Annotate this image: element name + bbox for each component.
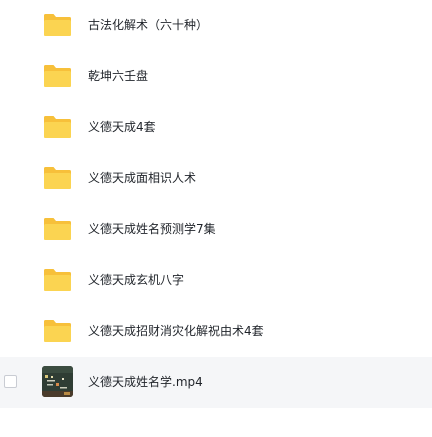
video-thumbnail-icon xyxy=(42,366,73,397)
folder-icon xyxy=(42,60,73,91)
folder-icon xyxy=(42,213,73,244)
file-name[interactable]: 义德天成姓名学.mp4 xyxy=(88,357,203,408)
file-list: 古法化解术（六十种） 乾坤六壬盘 义德天成4套 义德天成面相识人术 义德天成姓名… xyxy=(0,0,432,437)
file-row-4[interactable]: 义德天成姓名预测学7集 xyxy=(0,204,432,255)
file-row-3[interactable]: 义德天成面相识人术 xyxy=(0,153,432,204)
folder-icon xyxy=(42,264,73,295)
file-name[interactable]: 古法化解术（六十种） xyxy=(88,0,208,51)
file-name[interactable]: 义德天成玄机八字 xyxy=(88,255,184,306)
file-name[interactable]: 义德天成招财消灾化解祝由术4套 xyxy=(88,306,264,357)
file-row-6[interactable]: 义德天成招财消灾化解祝由术4套 xyxy=(0,306,432,357)
file-row-1[interactable]: 乾坤六壬盘 xyxy=(0,51,432,102)
file-row-2[interactable]: 义德天成4套 xyxy=(0,102,432,153)
file-name[interactable]: 义德天成姓名预测学7集 xyxy=(88,204,216,255)
file-name[interactable]: 义德天成面相识人术 xyxy=(88,153,196,204)
file-row-7[interactable]: 义德天成姓名学.mp4 xyxy=(0,357,432,408)
file-row-5[interactable]: 义德天成玄机八字 xyxy=(0,255,432,306)
folder-icon xyxy=(42,162,73,193)
file-row-0[interactable]: 古法化解术（六十种） xyxy=(0,0,432,51)
folder-icon xyxy=(42,315,73,346)
select-checkbox[interactable] xyxy=(4,375,17,388)
folder-icon xyxy=(42,9,73,40)
file-name[interactable]: 乾坤六壬盘 xyxy=(88,51,148,102)
folder-icon xyxy=(42,111,73,142)
file-name[interactable]: 义德天成4套 xyxy=(88,102,156,153)
